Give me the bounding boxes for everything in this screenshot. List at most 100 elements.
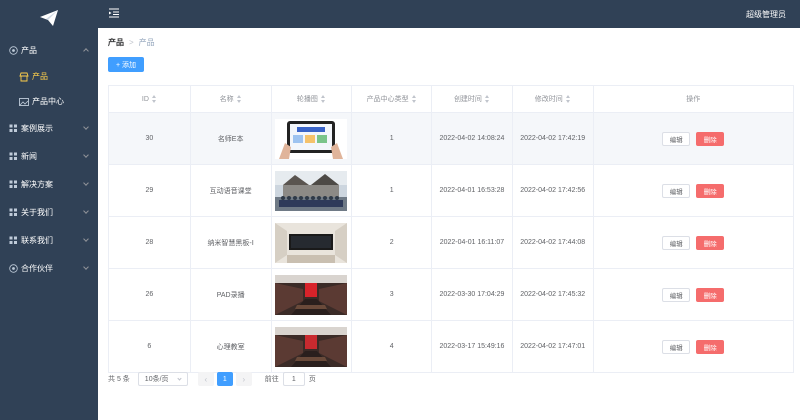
- pagination: 共 5 条 10条/页 ‹ 1 › 前往 页: [108, 371, 316, 387]
- breadcrumb-item[interactable]: 产品: [108, 37, 124, 48]
- menu-contact[interactable]: 联系我们: [0, 226, 98, 254]
- table-row: 30 名师E本 1 2022-04-02 14:08:24 2022-04-02…: [109, 113, 793, 165]
- edit-button[interactable]: 编辑: [662, 287, 691, 302]
- page-suffix: 页: [308, 376, 316, 383]
- sort-icon[interactable]: [151, 95, 157, 103]
- delete-button[interactable]: 删除: [696, 339, 725, 354]
- cell-modified: 2022-04-02 17:44:08: [513, 217, 594, 268]
- column-header-type[interactable]: 产品中心类型: [352, 86, 433, 112]
- group-photo[interactable]: [275, 170, 348, 211]
- picture-icon: [19, 97, 29, 107]
- page-size-select[interactable]: 10条/页: [137, 372, 188, 386]
- meeting-room-photo[interactable]: [275, 274, 348, 315]
- logo[interactable]: [0, 0, 98, 36]
- edit-button[interactable]: 编辑: [662, 339, 691, 354]
- submenu-product-center[interactable]: 产品中心: [0, 89, 98, 114]
- edit-button[interactable]: 编辑: [662, 235, 691, 250]
- edit-button[interactable]: 编辑: [662, 183, 691, 198]
- cell-created: 2022-03-17 15:49:16: [432, 321, 513, 372]
- submenu-label: 产品中心: [32, 97, 64, 106]
- delete-button[interactable]: 删除: [696, 131, 725, 146]
- cell-created: 2022-03-30 17:04:29: [432, 269, 513, 320]
- menu-partners[interactable]: 合作伙伴: [0, 254, 98, 282]
- chevron-down-icon: [83, 236, 89, 242]
- column-header-image[interactable]: 轮播图: [272, 86, 353, 112]
- shop-icon: [19, 72, 29, 82]
- cell-modified: 2022-04-02 17:45:32: [513, 269, 594, 320]
- cell-type: 3: [352, 269, 433, 320]
- cell-id: 28: [109, 217, 191, 268]
- goto-page-input[interactable]: [282, 372, 305, 386]
- goto-page: 前往 页: [265, 372, 316, 386]
- grid-icon: [8, 179, 18, 189]
- page-number[interactable]: 1: [216, 372, 233, 386]
- top-navbar: 超级管理员: [98, 0, 800, 28]
- menu-label: 案例展示: [21, 123, 53, 133]
- target-icon: [8, 45, 18, 55]
- cell-type: 1: [352, 165, 433, 216]
- menu-about[interactable]: 关于我们: [0, 198, 98, 226]
- sort-icon[interactable]: [236, 95, 242, 103]
- cell-actions: 编辑 删除: [594, 165, 793, 216]
- next-page-button[interactable]: ›: [235, 372, 252, 386]
- table-row: 6 心理教室 4 2022-03-17 15:49:16 2022-04-02 …: [109, 321, 793, 373]
- cell-id: 29: [109, 165, 191, 216]
- menu-label: 产品: [21, 45, 37, 55]
- sort-icon[interactable]: [484, 95, 490, 103]
- user-menu[interactable]: 超级管理员: [746, 9, 786, 20]
- edit-button[interactable]: 编辑: [662, 131, 691, 146]
- add-button[interactable]: + 添加: [108, 57, 144, 72]
- cell-id: 30: [109, 113, 191, 164]
- delete-button[interactable]: 删除: [696, 235, 725, 250]
- cell-image: [272, 165, 353, 216]
- menu-label: 新闻: [21, 151, 37, 161]
- sidebar: 产品 产品 产品中心 案例展示 新闻 解决方案 关于我们 联系我们 合作伙伴: [0, 0, 98, 420]
- grid-icon: [8, 235, 18, 245]
- cell-modified: 2022-04-02 17:47:01: [513, 321, 594, 372]
- table-row: 26 PAD录播 3 2022-03-30 17:04:29 2022-04-0…: [109, 269, 793, 321]
- breadcrumb: 产品 > 产品: [108, 37, 155, 48]
- fold-menu-icon[interactable]: [109, 8, 119, 18]
- delete-button[interactable]: 删除: [696, 287, 725, 302]
- cell-created: 2022-04-02 14:08:24: [432, 113, 513, 164]
- table-row: 29 互动语音课堂 1 2022-04-01 16:53:28 2022-04-…: [109, 165, 793, 217]
- chevron-down-icon: [83, 264, 89, 270]
- sort-icon[interactable]: [411, 95, 417, 103]
- cell-name: 心理教室: [191, 321, 272, 372]
- meeting-room-photo[interactable]: [275, 326, 348, 367]
- cell-id: 26: [109, 269, 191, 320]
- column-header-modified[interactable]: 修改时间: [513, 86, 594, 112]
- chevron-down-icon: [83, 152, 89, 158]
- menu-label: 关于我们: [21, 207, 53, 217]
- submenu-product[interactable]: 产品: [0, 64, 98, 89]
- chevron-down-icon: [83, 208, 89, 214]
- cell-modified: 2022-04-02 17:42:19: [513, 113, 594, 164]
- column-header-created[interactable]: 创建时间: [432, 86, 513, 112]
- cell-name: PAD录播: [191, 269, 272, 320]
- menu-solutions[interactable]: 解决方案: [0, 170, 98, 198]
- chevron-down-icon: [83, 180, 89, 186]
- column-header-id[interactable]: ID: [109, 86, 191, 112]
- cell-image: [272, 269, 353, 320]
- menu-cases[interactable]: 案例展示: [0, 114, 98, 142]
- cell-type: 4: [352, 321, 433, 372]
- menu-product[interactable]: 产品: [0, 36, 98, 64]
- menu-label: 合作伙伴: [21, 263, 53, 273]
- table-header: ID 名称 轮播图 产品中心类型 创建时间 修改时间 操作: [109, 86, 793, 113]
- cell-actions: 编辑 删除: [594, 321, 793, 372]
- prev-page-button[interactable]: ‹: [197, 372, 214, 386]
- classroom-board-photo[interactable]: [275, 222, 348, 263]
- menu-news[interactable]: 新闻: [0, 142, 98, 170]
- cell-type: 1: [352, 113, 433, 164]
- cell-actions: 编辑 删除: [594, 113, 793, 164]
- chevron-up-icon: [83, 48, 89, 54]
- delete-button[interactable]: 删除: [696, 183, 725, 198]
- cell-image: [272, 321, 353, 372]
- column-header-name[interactable]: 名称: [191, 86, 272, 112]
- tablet-photo[interactable]: [275, 118, 348, 159]
- total-count: 共 5 条: [108, 376, 130, 383]
- sort-icon[interactable]: [565, 95, 571, 103]
- table-row: 28 纳米智慧黑板-Ⅰ 2 2022-04-01 16:11:07 2022-0…: [109, 217, 793, 269]
- cell-modified: 2022-04-02 17:42:56: [513, 165, 594, 216]
- sort-icon[interactable]: [320, 95, 326, 103]
